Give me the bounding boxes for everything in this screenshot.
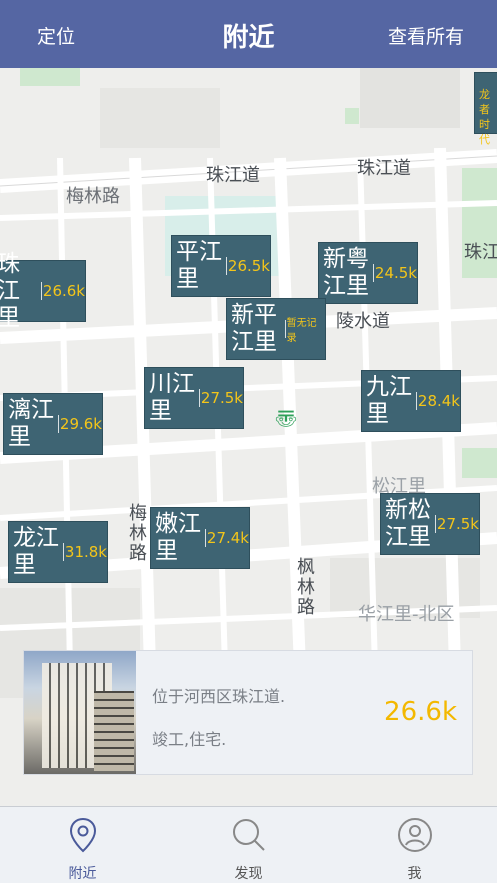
marker-price: 暂无记录 (286, 318, 317, 344)
map-marker-partial[interactable]: 龙者时代 (474, 72, 497, 146)
map-marker-zhujiangli[interactable]: 珠江里 26.6k (0, 251, 86, 331)
marker-name: 川江里 (149, 371, 195, 424)
marker-price: 24.5k (374, 264, 417, 282)
marker-price: 29.6k (59, 415, 102, 433)
road-label-zhujiang-edge: 珠江 (464, 242, 497, 263)
search-icon (231, 817, 267, 857)
property-location: 位于河西区珠江道. (152, 687, 286, 706)
property-type: 竣工,住宅. (152, 730, 227, 749)
map-marker-xinyuejiangli[interactable]: 新粤江里 24.5k (318, 242, 418, 304)
marker-price: 27.5k (200, 389, 243, 407)
marker-price: 27.4k (206, 529, 249, 547)
map-marker-nenjiangli[interactable]: 嫩江里 27.4k (150, 507, 250, 569)
view-all-button[interactable]: 查看所有 (388, 22, 464, 49)
map-marker-jiujiangli[interactable]: 九江里 28.4k (361, 370, 461, 432)
post-office-icon: 〠 (275, 408, 298, 433)
marker-name: 龙江里 (13, 525, 59, 578)
location-pin-icon (68, 817, 98, 857)
road-label-zhujiang: 珠江道 (357, 158, 411, 179)
map-marker-chuanjiangli[interactable]: 川江里 27.5k (144, 367, 244, 429)
marker-price: 26.5k (227, 257, 270, 275)
road-label-fenglin-vertical: 枫林路 (297, 557, 315, 618)
marker-price: 26.6k (42, 282, 85, 300)
marker-name: 嫩江里 (155, 511, 201, 564)
property-photo (24, 651, 136, 774)
marker-price: 27.5k (436, 515, 479, 533)
marker-name: 平江里 (176, 239, 222, 292)
property-price: 26.6k (384, 697, 457, 727)
map-marker-xinsongjiangli[interactable]: 新松江里 27.5k (380, 493, 480, 555)
tab-label: 附近 (68, 866, 97, 882)
map-marker-xinpingjiangli[interactable]: 新平江里 暂无记录 (226, 298, 326, 360)
marker-partial-label: 龙者时代 (479, 88, 490, 146)
road-label-lingshui: 陵水道 (336, 311, 390, 332)
bottom-tab-bar: 附近 发现 我 (0, 806, 497, 883)
road-label-meilin-vertical: 梅林路 (129, 503, 147, 564)
tab-discover[interactable]: 发现 (166, 807, 331, 883)
road-label-meilin: 梅林路 (66, 186, 120, 207)
user-icon (397, 817, 433, 857)
tab-me[interactable]: 我 (332, 807, 497, 883)
marker-name: 九江里 (366, 374, 412, 427)
marker-price: 28.4k (417, 392, 460, 410)
tab-label: 发现 (234, 866, 263, 882)
area-label-huajiang-north: 华江里-北区 (358, 604, 455, 625)
marker-name: 珠江里 (0, 250, 20, 331)
map-marker-longjiangli[interactable]: 龙江里 31.8k (8, 521, 108, 583)
property-info-card[interactable]: 位于河西区珠江道. 竣工,住宅. 26.6k (23, 650, 473, 775)
road-label-zhujiang: 珠江道 (206, 165, 260, 186)
tab-label: 我 (407, 866, 422, 882)
top-navigation-bar: 定位 附近 查看所有 (0, 0, 497, 68)
map-marker-lijiangli[interactable]: 漓江里 29.6k (3, 393, 103, 455)
marker-name: 新松江里 (385, 497, 431, 550)
map-marker-pingjiangli[interactable]: 平江里 26.5k (171, 235, 271, 297)
marker-name: 新粤江里 (323, 246, 369, 299)
marker-name: 新平江里 (231, 302, 277, 355)
marker-name: 漓江里 (8, 397, 54, 450)
tab-nearby[interactable]: 附近 (0, 807, 165, 883)
marker-price: 31.8k (64, 543, 107, 561)
